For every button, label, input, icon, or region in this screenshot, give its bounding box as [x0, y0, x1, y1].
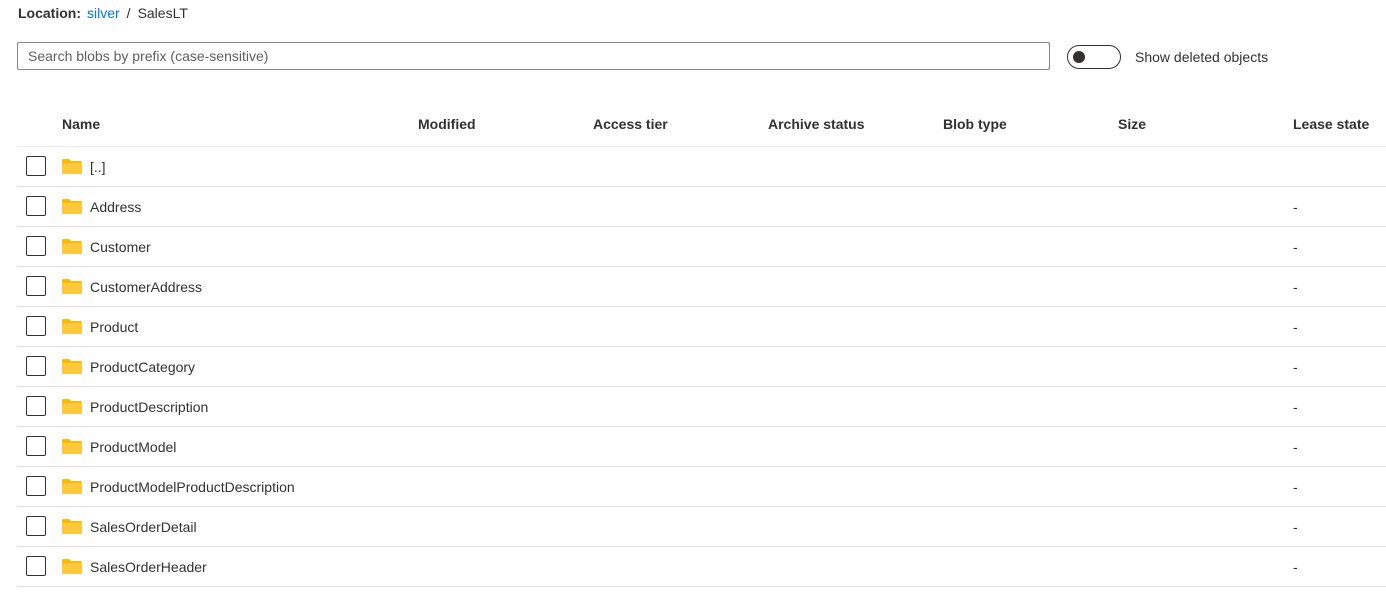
- lease-state-value: -: [1293, 559, 1298, 575]
- blob-rows: [..] Address - Customer - CustomerAddress - Pro…: [17, 147, 1386, 587]
- show-deleted-toggle[interactable]: [1067, 45, 1121, 69]
- folder-icon: [62, 439, 82, 454]
- lease-state-value: -: [1293, 279, 1298, 295]
- row-checkbox[interactable]: [26, 196, 46, 216]
- breadcrumb-container-link[interactable]: silver: [87, 5, 120, 21]
- table-row[interactable]: SalesOrderHeader -: [17, 547, 1386, 587]
- blob-name-link[interactable]: Address: [90, 199, 141, 215]
- row-checkbox[interactable]: [26, 276, 46, 296]
- lease-state-value: -: [1293, 519, 1298, 535]
- folder-icon: [62, 559, 82, 574]
- row-checkbox[interactable]: [26, 516, 46, 536]
- search-input[interactable]: [18, 43, 1049, 69]
- folder-icon: [62, 479, 82, 494]
- row-checkbox[interactable]: [26, 396, 46, 416]
- row-checkbox[interactable]: [26, 556, 46, 576]
- row-checkbox[interactable]: [26, 436, 46, 456]
- blob-name-link[interactable]: SalesOrderDetail: [90, 519, 197, 535]
- column-header-size[interactable]: Size: [1118, 116, 1146, 132]
- show-deleted-label: Show deleted objects: [1135, 49, 1269, 65]
- row-checkbox[interactable]: [26, 316, 46, 336]
- row-checkbox[interactable]: [26, 476, 46, 496]
- folder-icon: [62, 159, 82, 174]
- folder-icon: [62, 239, 82, 254]
- row-checkbox[interactable]: [26, 156, 46, 176]
- column-header-row: Name Modified Access tier Archive status…: [17, 104, 1386, 147]
- folder-icon: [62, 319, 82, 334]
- row-checkbox[interactable]: [26, 356, 46, 376]
- lease-state-value: -: [1293, 439, 1298, 455]
- table-row[interactable]: Address -: [17, 187, 1386, 227]
- breadcrumb-current-folder: SalesLT: [137, 5, 188, 21]
- table-row[interactable]: SalesOrderDetail -: [17, 507, 1386, 547]
- table-row[interactable]: [..]: [17, 147, 1386, 187]
- folder-icon: [62, 359, 82, 374]
- blob-name-link[interactable]: ProductModelProductDescription: [90, 479, 295, 495]
- location-label: Location:: [18, 5, 81, 21]
- lease-state-value: -: [1293, 239, 1298, 255]
- breadcrumb: Location: silver / SalesLT: [18, 5, 188, 21]
- column-header-modified[interactable]: Modified: [418, 116, 476, 132]
- folder-icon: [62, 279, 82, 294]
- blob-name-link[interactable]: CustomerAddress: [90, 279, 202, 295]
- table-row[interactable]: ProductCategory -: [17, 347, 1386, 387]
- table-row[interactable]: CustomerAddress -: [17, 267, 1386, 307]
- table-row[interactable]: Product -: [17, 307, 1386, 347]
- column-header-archive-status[interactable]: Archive status: [768, 116, 864, 132]
- table-row[interactable]: ProductDescription -: [17, 387, 1386, 427]
- blob-name-link[interactable]: SalesOrderHeader: [90, 559, 207, 575]
- lease-state-value: -: [1293, 199, 1298, 215]
- blob-name-link[interactable]: ProductDescription: [90, 399, 208, 415]
- toggle-knob: [1073, 51, 1085, 63]
- column-header-access-tier[interactable]: Access tier: [593, 116, 668, 132]
- folder-icon: [62, 199, 82, 214]
- blob-name-link[interactable]: [..]: [90, 159, 106, 175]
- breadcrumb-separator: /: [126, 5, 131, 21]
- blob-name-link[interactable]: Product: [90, 319, 138, 335]
- column-header-blob-type[interactable]: Blob type: [943, 116, 1007, 132]
- lease-state-value: -: [1293, 479, 1298, 495]
- lease-state-value: -: [1293, 399, 1298, 415]
- search-box: [17, 42, 1050, 70]
- blob-name-link[interactable]: Customer: [90, 239, 151, 255]
- blob-list: Name Modified Access tier Archive status…: [17, 104, 1386, 587]
- row-checkbox[interactable]: [26, 236, 46, 256]
- blob-name-link[interactable]: ProductModel: [90, 439, 176, 455]
- folder-icon: [62, 399, 82, 414]
- table-row[interactable]: Customer -: [17, 227, 1386, 267]
- table-row[interactable]: ProductModelProductDescription -: [17, 467, 1386, 507]
- column-header-name[interactable]: Name: [62, 116, 100, 132]
- lease-state-value: -: [1293, 319, 1298, 335]
- lease-state-value: -: [1293, 359, 1298, 375]
- folder-icon: [62, 519, 82, 534]
- column-header-lease-state[interactable]: Lease state: [1293, 116, 1369, 132]
- table-row[interactable]: ProductModel -: [17, 427, 1386, 467]
- blob-name-link[interactable]: ProductCategory: [90, 359, 195, 375]
